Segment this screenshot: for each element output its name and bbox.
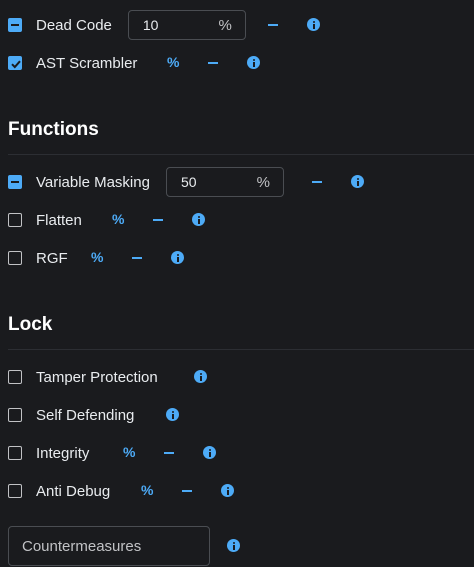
self-defending-info-icon[interactable] xyxy=(166,408,179,421)
countermeasures-info-icon[interactable] xyxy=(227,539,240,552)
dead-code-value: 10 xyxy=(142,17,159,33)
self-defending-checkbox[interactable] xyxy=(8,408,22,422)
variable-masking-info-icon[interactable] xyxy=(351,175,364,188)
option-self-defending: Self Defending xyxy=(8,399,134,431)
rgf-percent[interactable]: % xyxy=(91,249,103,265)
tamper-protection-info-icon[interactable] xyxy=(194,370,207,383)
option-dead-code: Dead Code 10 % xyxy=(8,9,246,41)
check-icon xyxy=(11,60,21,69)
lock-section-title: Lock xyxy=(8,314,53,335)
dead-code-minus-icon[interactable] xyxy=(268,24,278,26)
anti-debug-percent[interactable]: % xyxy=(141,482,153,498)
anti-debug-label: Anti Debug xyxy=(36,482,111,500)
dead-code-info-icon[interactable] xyxy=(307,18,320,31)
integrity-checkbox[interactable] xyxy=(8,446,22,460)
flatten-checkbox[interactable] xyxy=(8,213,22,227)
dead-code-unit: % xyxy=(218,16,232,34)
self-defending-label: Self Defending xyxy=(36,406,135,424)
variable-masking-percent-input[interactable]: 50 % xyxy=(165,167,284,197)
option-tamper-protection: Tamper Protection xyxy=(8,361,158,393)
flatten-label: Flatten xyxy=(36,211,82,229)
rgf-minus-icon[interactable] xyxy=(132,257,142,259)
dead-code-label: Dead Code xyxy=(36,16,112,34)
ast-scrambler-label: AST Scrambler xyxy=(36,54,138,72)
variable-masking-value: 50 xyxy=(180,174,197,190)
anti-debug-checkbox[interactable] xyxy=(8,484,22,498)
functions-section-title: Functions xyxy=(8,119,99,140)
integrity-percent[interactable]: % xyxy=(123,444,135,460)
option-integrity: Integrity xyxy=(8,437,89,469)
functions-divider xyxy=(8,154,474,155)
rgf-info-icon[interactable] xyxy=(171,251,184,264)
tamper-protection-checkbox[interactable] xyxy=(8,370,22,384)
flatten-info-icon[interactable] xyxy=(192,213,205,226)
dead-code-percent-input[interactable]: 10 % xyxy=(127,10,246,40)
integrity-info-icon[interactable] xyxy=(203,446,216,459)
countermeasures-input[interactable] xyxy=(8,526,210,566)
variable-masking-unit: % xyxy=(256,173,270,191)
ast-scrambler-percent[interactable]: % xyxy=(167,54,179,70)
obfuscation-options-panel: Dead Code 10 % AST Scrambler % Functions… xyxy=(0,0,474,567)
integrity-label: Integrity xyxy=(36,444,90,462)
anti-debug-minus-icon[interactable] xyxy=(182,490,192,492)
dead-code-checkbox[interactable] xyxy=(8,18,22,32)
option-variable-masking: Variable Masking 50 % xyxy=(8,166,284,198)
integrity-minus-icon[interactable] xyxy=(164,452,174,454)
lock-divider xyxy=(8,349,474,350)
option-anti-debug: Anti Debug xyxy=(8,475,110,507)
option-ast-scrambler: AST Scrambler xyxy=(8,47,137,79)
flatten-percent[interactable]: % xyxy=(112,211,124,227)
tamper-protection-label: Tamper Protection xyxy=(36,368,158,386)
variable-masking-label: Variable Masking xyxy=(36,173,150,191)
ast-scrambler-minus-icon[interactable] xyxy=(208,62,218,64)
ast-scrambler-info-icon[interactable] xyxy=(247,56,260,69)
variable-masking-minus-icon[interactable] xyxy=(312,181,322,183)
rgf-checkbox[interactable] xyxy=(8,251,22,265)
rgf-label: RGF xyxy=(36,249,68,267)
flatten-minus-icon[interactable] xyxy=(153,219,163,221)
variable-masking-checkbox[interactable] xyxy=(8,175,22,189)
option-flatten: Flatten xyxy=(8,204,82,236)
ast-scrambler-checkbox[interactable] xyxy=(8,56,22,70)
anti-debug-info-icon[interactable] xyxy=(221,484,234,497)
option-rgf: RGF xyxy=(8,242,68,274)
